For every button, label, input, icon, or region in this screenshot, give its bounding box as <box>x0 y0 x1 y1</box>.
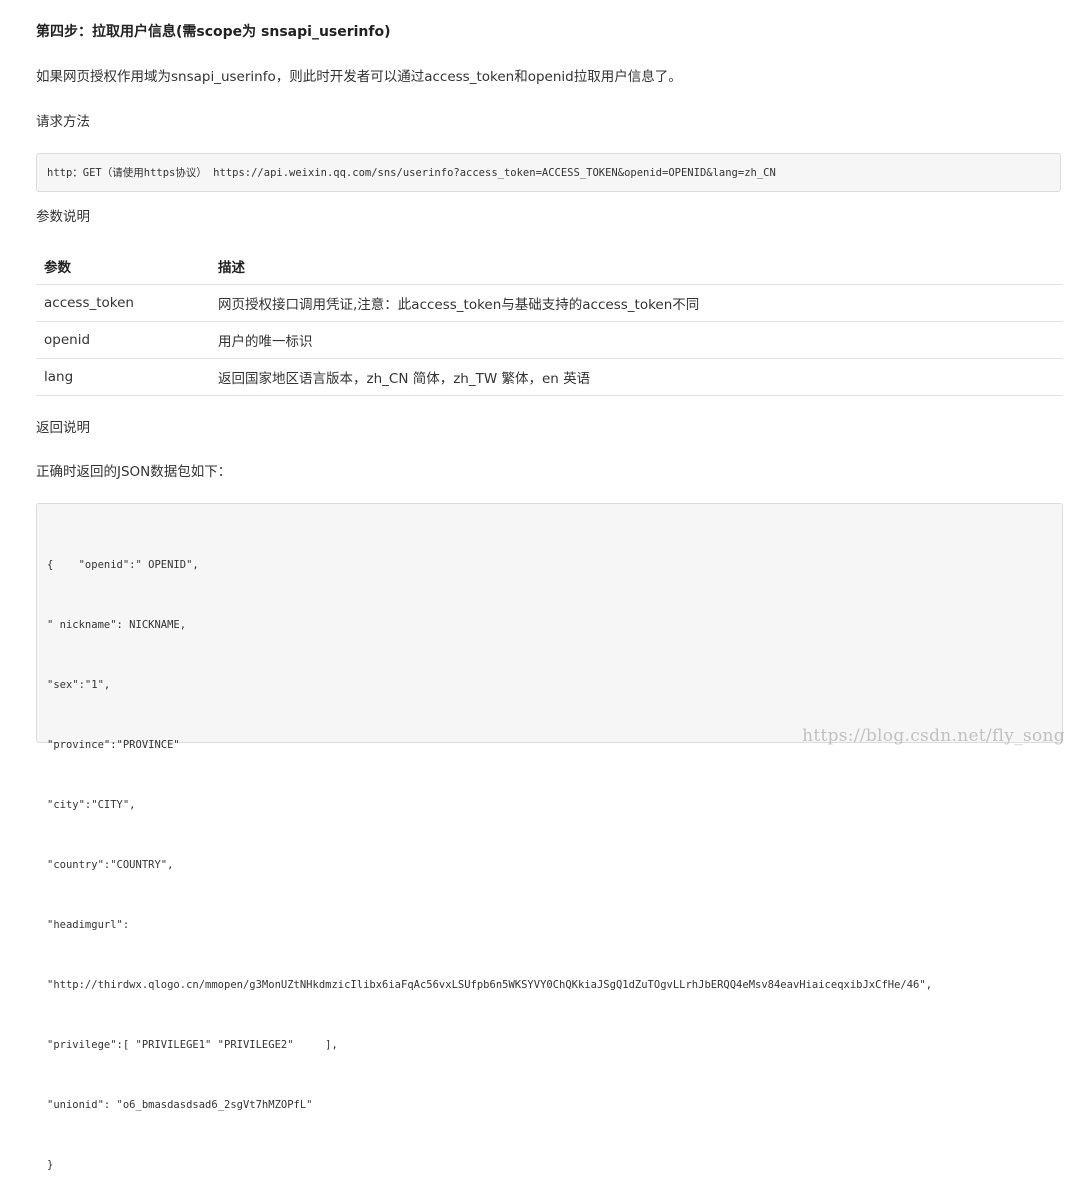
params-header-desc: 描述 <box>210 247 1063 285</box>
json-code-block: { "openid":" OPENID", " nickname": NICKN… <box>36 503 1063 1171</box>
param-name: access_token <box>36 284 210 322</box>
json-line: } <box>47 1159 54 1171</box>
params-table: 参数 描述 access_token 网页授权接口调用凭证,注意：此access… <box>36 247 1063 396</box>
params-table-header-row: 参数 描述 <box>36 247 1063 285</box>
param-desc: 返回国家地区语言版本，zh_CN 简体，zh_TW 繁体，en 英语 <box>210 358 1063 396</box>
json-line: "headimgurl": <box>47 919 130 931</box>
json-line: " nickname": NICKNAME, <box>47 619 187 631</box>
param-name: lang <box>36 358 210 396</box>
param-desc: 用户的唯一标识 <box>210 321 1063 359</box>
json-line: "sex":"1", <box>47 679 111 691</box>
json-line: { "openid":" OPENID", <box>47 559 199 571</box>
json-line: "privilege":[ "PRIVILEGE1" "PRIVILEGE2" … <box>47 1039 338 1051</box>
json-line: "city":"CITY", <box>47 799 136 811</box>
table-row: openid 用户的唯一标识 <box>36 321 1063 359</box>
watermark-text: https://blog.csdn.net/fly_song <box>802 726 1065 746</box>
json-line: "http://thirdwx.qlogo.cn/mmopen/g3MonUZt… <box>47 979 933 991</box>
section-heading: 第四步：拉取用户信息(需scope为 snsapi_userinfo) <box>36 24 391 40</box>
params-header-param: 参数 <box>36 247 210 285</box>
request-code-block: http：GET（请使用https协议） https://api.weixin.… <box>36 153 1061 192</box>
request-code-text: http：GET（请使用https协议） https://api.weixin.… <box>47 167 776 179</box>
json-line: "country":"COUNTRY", <box>47 859 174 871</box>
table-row: lang 返回国家地区语言版本，zh_CN 简体，zh_TW 繁体，en 英语 <box>36 358 1063 396</box>
param-desc: 网页授权接口调用凭证,注意：此access_token与基础支持的access_… <box>210 284 1063 322</box>
intro-text: 如果网页授权作用域为snsapi_userinfo，则此时开发者可以通过acce… <box>36 69 682 85</box>
request-method-label: 请求方法 <box>36 114 90 130</box>
params-label: 参数说明 <box>36 209 90 225</box>
param-name: openid <box>36 321 210 359</box>
table-row: access_token 网页授权接口调用凭证,注意：此access_token… <box>36 284 1063 322</box>
return-label: 返回说明 <box>36 420 90 436</box>
return-description: 正确时返回的JSON数据包如下： <box>36 464 232 480</box>
json-line: "unionid": "o6_bmasdasdsad6_2sgVt7hMZOPf… <box>47 1099 313 1111</box>
